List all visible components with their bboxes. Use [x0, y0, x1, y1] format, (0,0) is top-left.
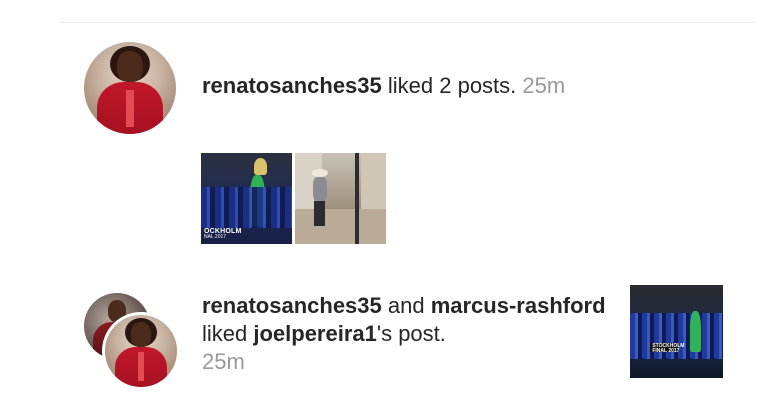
goalkeeper-graphic — [689, 311, 701, 352]
avatar-shirt-stripe — [138, 352, 144, 382]
avatar[interactable] — [102, 312, 180, 390]
person-graphic — [310, 169, 330, 226]
team-graphic — [201, 186, 292, 228]
thumbnail-caption: OCKHOLM NAL 2017 — [204, 228, 242, 240]
notification-text: renatosanches35 and marcus-rashford like… — [202, 292, 622, 376]
avatar[interactable] — [84, 42, 176, 134]
hat-graphic — [311, 169, 328, 178]
legs-graphic — [313, 200, 326, 226]
action-text: liked — [202, 321, 254, 346]
avatar-face — [117, 51, 143, 83]
caption-line-2: FINAL 2017 — [652, 347, 680, 354]
timestamp: 25m — [522, 73, 566, 98]
avatar-face — [130, 322, 152, 347]
target-suffix: 's post. — [376, 321, 446, 346]
torso-graphic — [312, 177, 327, 203]
caption-line-2: NAL 2017 — [204, 234, 227, 240]
avatar-shirt-stripe — [126, 89, 134, 127]
post-thumbnail[interactable]: OCKHOLM NAL 2017 — [201, 153, 292, 244]
action-text: liked 2 posts. — [381, 73, 523, 98]
notification-text: renatosanches35 liked 2 posts. 25m — [202, 72, 565, 100]
username-link[interactable]: renatosanches35 — [202, 293, 382, 318]
building-graphic — [360, 153, 386, 210]
lamp-post-graphic — [355, 153, 360, 244]
thumbnail-caption: STOCKHOLM FINAL 2017 — [652, 343, 684, 354]
connector-text: and — [381, 293, 431, 318]
post-thumbnail[interactable] — [295, 153, 386, 244]
username-link[interactable]: renatosanches35 — [202, 73, 382, 98]
username-link[interactable]: joelpereira1 — [253, 321, 377, 346]
post-thumbnail[interactable]: STOCKHOLM FINAL 2017 — [630, 285, 723, 378]
trophy-graphic — [253, 158, 267, 175]
top-divider — [60, 22, 755, 23]
timestamp: 25m — [202, 349, 245, 374]
username-link[interactable]: marcus-rashford — [431, 293, 606, 318]
